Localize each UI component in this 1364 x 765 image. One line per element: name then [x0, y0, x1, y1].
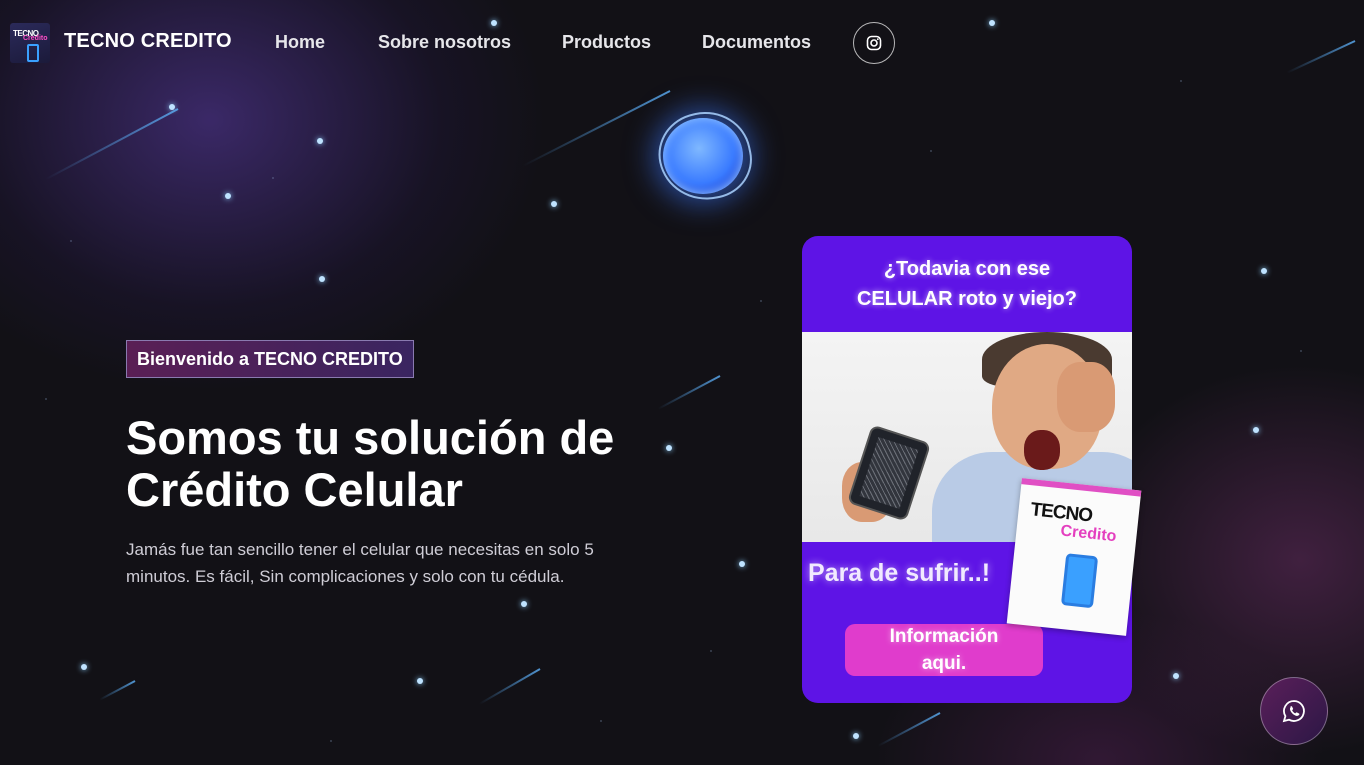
star: [81, 664, 87, 670]
brand-name[interactable]: TECNO CREDITO: [64, 30, 232, 53]
photo-hand: [1057, 362, 1115, 432]
shooting-star: [522, 90, 671, 167]
brand-logo[interactable]: TECNO Credito: [10, 23, 50, 63]
star: [853, 733, 859, 739]
hero-title: Somos tu solución de Crédito Celular: [126, 412, 726, 516]
star: [551, 201, 557, 207]
hero-title-line2: Crédito Celular: [126, 463, 463, 516]
star: [1253, 427, 1259, 433]
shooting-star: [877, 712, 941, 747]
promo-cta-line1: Información: [889, 626, 999, 647]
shooting-star: [45, 108, 179, 181]
site-header: TECNO Credito TECNO CREDITO Home Sobre n…: [0, 0, 1364, 84]
shooting-star: [478, 668, 541, 705]
whatsapp-button[interactable]: [1260, 677, 1328, 745]
instagram-icon: [866, 35, 882, 51]
star: [417, 678, 423, 684]
phone-icon: [27, 44, 39, 62]
hero-title-line1: Somos tu solución de: [126, 411, 615, 464]
nav-home[interactable]: Home: [275, 32, 325, 53]
star: [272, 177, 274, 179]
star: [330, 740, 332, 742]
star: [1261, 268, 1267, 274]
star: [1300, 350, 1302, 352]
phone-mascot-icon: [1060, 553, 1099, 609]
promo-card[interactable]: ¿Todavia con ese CELULAR roto y viejo? P…: [802, 236, 1132, 703]
star: [760, 300, 762, 302]
nav-sobre-nosotros[interactable]: Sobre nosotros: [378, 32, 511, 53]
tecno-credito-sticker: TECNO Credito: [1006, 478, 1142, 636]
promo-slogan: Para de sufrir..!: [808, 559, 991, 587]
star: [70, 240, 72, 242]
shooting-star: [657, 375, 721, 410]
promo-cta-line2: aqui.: [921, 653, 967, 674]
shooting-star: [99, 680, 136, 701]
promo-info-button[interactable]: Información aqui.: [845, 624, 1043, 676]
hero-description: Jamás fue tan sencillo tener el celular …: [126, 540, 594, 586]
star: [600, 720, 602, 722]
star: [1173, 673, 1179, 679]
star: [225, 193, 231, 199]
instagram-button[interactable]: [853, 22, 895, 64]
star: [45, 398, 47, 400]
star: [739, 561, 745, 567]
promo-question: ¿Todavia con ese CELULAR roto y viejo?: [802, 254, 1132, 314]
promo-question-line1: ¿Todavia con ese: [883, 258, 1051, 280]
welcome-badge: Bienvenido a TECNO CREDITO: [126, 340, 414, 378]
logo-text-bottom: Credito: [23, 35, 48, 42]
background-glow: [0, 0, 1364, 765]
photo-mouth: [1024, 430, 1060, 470]
nav-documentos[interactable]: Documentos: [702, 32, 811, 53]
nav-productos[interactable]: Productos: [562, 32, 651, 53]
orb-ring: [650, 103, 760, 209]
star: [319, 276, 325, 282]
star: [710, 650, 712, 652]
star: [930, 150, 932, 152]
star: [521, 601, 527, 607]
whatsapp-icon: [1282, 700, 1305, 723]
sticker-text-bottom: Credito: [1059, 522, 1118, 546]
promo-question-line2: CELULAR roto y viejo?: [856, 288, 1077, 310]
star: [317, 138, 323, 144]
